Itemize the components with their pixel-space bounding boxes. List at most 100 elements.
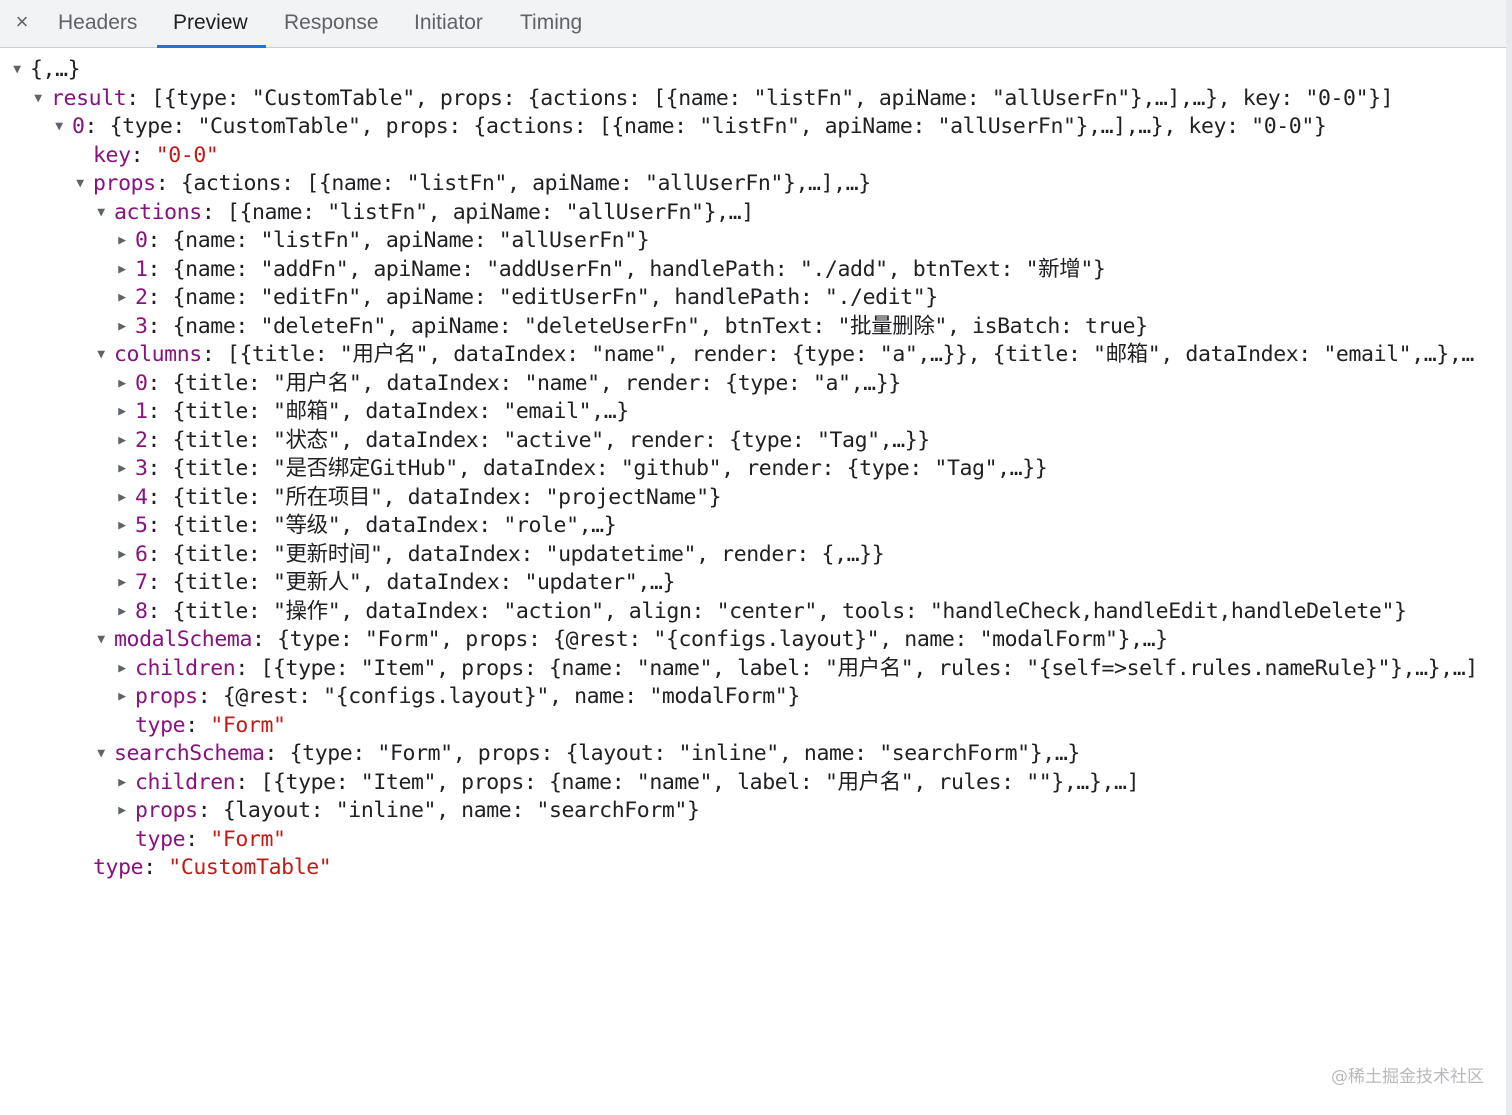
tab-preview[interactable]: Preview <box>157 0 266 48</box>
tree-key: 8 <box>135 598 148 624</box>
tree-key: 0 <box>135 228 148 253</box>
tree-row[interactable]: ▶ 1: {title: "邮箱", dataIndex: "email",…} <box>0 398 1506 427</box>
watermark: @稀土掘金技术社区 <box>1331 1067 1484 1087</box>
tree-summary: [{type: "CustomTable", props: {actions: … <box>151 85 1394 111</box>
tree-summary: {,…} <box>30 57 81 82</box>
tree-summary: {title: "更新时间", dataIndex: "updatetime",… <box>172 541 885 567</box>
collapse-arrow-icon[interactable]: ▼ <box>73 170 87 199</box>
tree-summary: {title: "所在项目", dataIndex: "projectName"… <box>172 484 722 510</box>
expand-arrow-icon[interactable]: ▶ <box>115 683 129 712</box>
tab-timing[interactable]: Timing <box>520 0 582 47</box>
tree-row[interactable]: ▼ actions: [{name: "listFn", apiName: "al… <box>0 199 1506 228</box>
collapse-arrow-icon[interactable]: ▼ <box>31 85 45 114</box>
tree-row[interactable]: ▶ props: {layout: "inline", name: "search… <box>0 797 1506 826</box>
tree-row[interactable]: ▶ children: [{type: "Item", props: {name:… <box>0 655 1506 684</box>
tree-summary: {name: "editFn", apiName: "editUserFn", … <box>172 285 939 310</box>
expand-arrow-icon[interactable]: ▶ <box>115 256 129 285</box>
tree-key: 2 <box>135 427 148 453</box>
tree-row[interactable]: ▶ 2: {title: "状态", dataIndex: "active", r… <box>0 427 1506 456</box>
tree-row[interactable]: ▶ 3: {name: "deleteFn", apiName: "deleteU… <box>0 313 1506 342</box>
tree-row[interactable]: ▼ 0: {type: "CustomTable", props: {action… <box>0 113 1506 142</box>
tree-row[interactable]: ▼ {,…} <box>0 56 1506 85</box>
tree-summary: [{type: "Item", props: {name: "name", la… <box>260 769 1140 795</box>
collapse-arrow-icon[interactable]: ▼ <box>52 113 66 142</box>
tree-key: props <box>135 798 198 823</box>
tree-string-value: "0-0" <box>155 142 219 168</box>
expand-arrow-icon[interactable]: ▶ <box>115 655 129 684</box>
tree-string-value: "Form" <box>210 826 286 852</box>
tree-key: props <box>135 684 198 709</box>
collapse-arrow-icon[interactable]: ▼ <box>94 740 108 769</box>
tree-summary: {title: "状态", dataIndex: "active", rende… <box>172 427 931 453</box>
expand-arrow-icon[interactable]: ▶ <box>115 427 129 456</box>
tab-headers[interactable]: Headers <box>58 0 137 47</box>
expand-arrow-icon[interactable]: ▶ <box>115 455 129 484</box>
expand-arrow-icon[interactable]: ▶ <box>115 512 129 541</box>
tree-key: 1 <box>135 256 148 282</box>
tree-key: 0 <box>72 114 85 139</box>
tree-summary: {title: "用户名", dataIndex: "name", render… <box>172 370 902 396</box>
expand-arrow-icon[interactable]: ▶ <box>115 370 129 399</box>
tree-key: 3 <box>135 313 148 339</box>
tree-summary: [{title: "用户名", dataIndex: "name", rende… <box>226 342 1474 367</box>
tree-key: type <box>135 826 186 852</box>
tree-row: type: "CustomTable" <box>93 855 332 880</box>
collapse-arrow-icon[interactable]: ▼ <box>10 56 24 85</box>
expand-arrow-icon[interactable]: ▶ <box>115 797 129 826</box>
tree-key: 2 <box>135 285 148 310</box>
tree-row[interactable]: ▶ 0: {title: "用户名", dataIndex: "name", re… <box>0 370 1506 399</box>
devtools-tab-bar: × Headers Preview Response Initiator Tim… <box>0 0 1512 48</box>
tree-key: 4 <box>135 484 148 510</box>
tree-row[interactable]: ▼ searchSchema: {type: "Form", props: {la… <box>0 740 1506 769</box>
tab-initiator[interactable]: Initiator <box>414 0 483 47</box>
tree-row[interactable]: ▼ result: [{type: "CustomTable", props: {… <box>0 85 1506 114</box>
tree-summary: {type: "Form", props: {layout: "inline",… <box>289 741 1081 766</box>
expand-arrow-icon[interactable]: ▶ <box>115 398 129 427</box>
tree-row[interactable]: ▶ 8: {title: "操作", dataIndex: "action", a… <box>0 598 1506 627</box>
tree-key: type <box>93 855 144 880</box>
tree-key: columns <box>114 342 202 367</box>
tree-row[interactable]: ▶ 4: {title: "所在项目", dataIndex: "projectN… <box>0 484 1506 513</box>
tree-summary: {title: "邮箱", dataIndex: "email",…} <box>172 399 630 424</box>
tree-row[interactable]: ▶ props: {@rest: "{configs.layout}", name… <box>0 683 1506 712</box>
collapse-arrow-icon[interactable]: ▼ <box>94 199 108 228</box>
expand-arrow-icon[interactable]: ▶ <box>115 484 129 513</box>
tree-row[interactable]: ▶ 0: {name: "listFn", apiName: "allUserFn… <box>0 227 1506 256</box>
expand-arrow-icon[interactable]: ▶ <box>115 541 129 570</box>
tree-key: children <box>135 655 236 681</box>
tree-summary: {title: "等级", dataIndex: "role",…} <box>172 513 617 538</box>
close-icon[interactable]: × <box>10 9 34 35</box>
tree-row[interactable]: ▶ children: [{type: "Item", props: {name:… <box>0 769 1506 798</box>
tree-summary: [{type: "Item", props: {name: "name", la… <box>260 655 1478 681</box>
expand-arrow-icon[interactable]: ▶ <box>115 598 129 627</box>
tree-row: key: "0-0" <box>93 142 219 168</box>
collapse-arrow-icon[interactable]: ▼ <box>94 626 108 655</box>
tree-row[interactable]: ▶ 6: {title: "更新时间", dataIndex: "updateti… <box>0 541 1506 570</box>
tree-row[interactable]: ▶ 5: {title: "等级", dataIndex: "role",…} <box>0 512 1506 541</box>
tree-key: 1 <box>135 399 148 424</box>
scrollbar-track[interactable] <box>1506 0 1512 1115</box>
collapse-arrow-icon[interactable]: ▼ <box>94 341 108 370</box>
tree-row[interactable]: ▶ 3: {title: "是否绑定GitHub", dataIndex: "gi… <box>0 455 1506 484</box>
tree-row[interactable]: ▶ 7: {title: "更新人", dataIndex: "updater",… <box>0 569 1506 598</box>
tree-row[interactable]: ▼ modalSchema: {type: "Form", props: {@re… <box>0 626 1506 655</box>
tree-row[interactable]: ▼ columns: [{title: "用户名", dataIndex: "na… <box>0 341 1506 370</box>
tree-row[interactable]: ▶ 1: {name: "addFn", apiName: "addUserFn"… <box>0 256 1506 285</box>
expand-arrow-icon[interactable]: ▶ <box>115 227 129 256</box>
expand-arrow-icon[interactable]: ▶ <box>115 569 129 598</box>
tree-summary: [{name: "listFn", apiName: "allUserFn"},… <box>226 199 754 225</box>
tree-summary: {name: "deleteFn", apiName: "deleteUserF… <box>172 313 1148 339</box>
tree-key: 0 <box>135 370 148 396</box>
tab-response[interactable]: Response <box>284 0 379 47</box>
expand-arrow-icon[interactable]: ▶ <box>115 284 129 313</box>
expand-arrow-icon[interactable]: ▶ <box>115 769 129 798</box>
tree-row[interactable]: ▼ props: {actions: [{name: "listFn", apiN… <box>0 170 1506 199</box>
tree-key: key <box>93 142 131 168</box>
tree-summary: {title: "是否绑定GitHub", dataIndex: "github… <box>172 456 1048 481</box>
tree-row[interactable]: ▶ 2: {name: "editFn", apiName: "editUserF… <box>0 284 1506 313</box>
tree-row: type: "Form" <box>135 826 286 852</box>
tree-summary: {type: "CustomTable", props: {actions: [… <box>109 114 1327 139</box>
expand-arrow-icon[interactable]: ▶ <box>115 313 129 342</box>
tree-key: props <box>93 171 156 196</box>
tree-summary: {title: "更新人", dataIndex: "updater",…} <box>172 570 676 595</box>
